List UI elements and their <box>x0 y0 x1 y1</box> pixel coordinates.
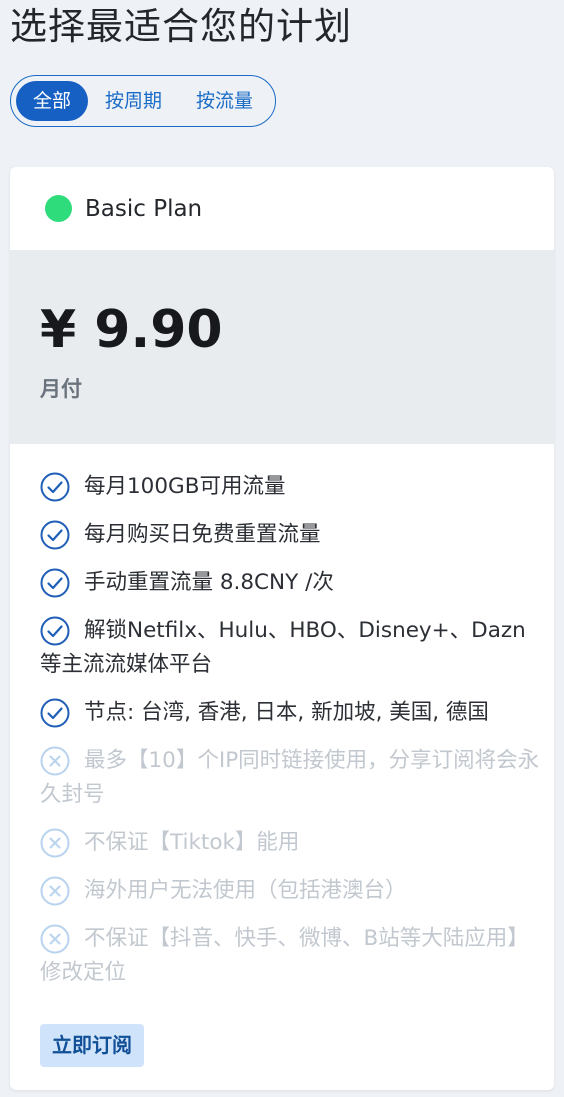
feature-text: 海外用户无法使用（包括港澳台） <box>84 878 407 903</box>
feature-item: 节点: 台湾, 香港, 日本, 新加坡, 美国, 德国 <box>40 696 540 730</box>
subscribe-button[interactable]: 立即订阅 <box>40 1024 144 1067</box>
feature-text: 不保证【Tiktok】能用 <box>84 830 300 855</box>
page-title: 选择最适合您的计划 <box>10 5 352 48</box>
feature-text: 每月100GB可用流量 <box>84 474 286 499</box>
plan-status-dot-icon <box>45 195 72 222</box>
plan-filter-tabs: 全部 按周期 按流量 <box>10 75 277 127</box>
billing-period: 月付 <box>40 377 82 401</box>
tab-by-traffic[interactable]: 按流量 <box>179 81 270 121</box>
feature-item: 海外用户无法使用（包括港澳台） <box>40 874 540 908</box>
check-circle-icon <box>40 568 70 598</box>
tab-all[interactable]: 全部 <box>16 81 89 121</box>
feature-item: 手动重置流量 8.8CNY /次 <box>40 566 540 600</box>
feature-text: 手动重置流量 8.8CNY /次 <box>84 570 334 595</box>
feature-item: 不保证【抖音、快手、微博、B站等大陆应用】修改定位 <box>40 922 540 990</box>
check-circle-icon <box>40 698 70 728</box>
feature-item: 最多【10】个IP同时链接使用，分享订阅将会永久封号 <box>40 744 540 812</box>
check-circle-icon <box>40 520 70 550</box>
feature-text: 每月购买日免费重置流量 <box>84 522 321 547</box>
feature-text: 最多【10】个IP同时链接使用，分享订阅将会永久封号 <box>40 748 540 807</box>
feature-item: 每月购买日免费重置流量 <box>40 518 540 552</box>
check-circle-icon <box>40 472 70 502</box>
x-circle-icon <box>40 924 70 954</box>
feature-text: 不保证【抖音、快手、微博、B站等大陆应用】修改定位 <box>40 926 529 985</box>
feature-item: 每月100GB可用流量 <box>40 470 540 504</box>
feature-list: 每月100GB可用流量每月购买日免费重置流量 手动重置流量 8.8CNY /次解锁… <box>40 470 540 1004</box>
plan-card: Basic Plan ¥ 9.90 月付 每月100GB可用流量每月购买日免费重… <box>10 167 554 1090</box>
x-circle-icon <box>40 876 70 906</box>
plan-name: Basic Plan <box>85 195 203 222</box>
plan-price: ¥ 9.90 <box>40 300 223 360</box>
tab-by-period[interactable]: 按周期 <box>88 81 179 121</box>
plan-card-header: Basic Plan <box>10 167 554 250</box>
price-panel: ¥ 9.90 月付 <box>10 250 554 444</box>
check-circle-icon <box>40 616 70 646</box>
feature-item: 解锁Netfilx、Hulu、HBO、Disney+、Dazn等主流流媒体平台 <box>40 614 540 682</box>
x-circle-icon <box>40 746 70 776</box>
feature-text: 节点: 台湾, 香港, 日本, 新加坡, 美国, 德国 <box>84 700 489 725</box>
x-circle-icon <box>40 828 70 858</box>
feature-text: 解锁Netfilx、Hulu、HBO、Disney+、Dazn等主流流媒体平台 <box>40 618 526 677</box>
feature-item: 不保证【Tiktok】能用 <box>40 826 540 860</box>
